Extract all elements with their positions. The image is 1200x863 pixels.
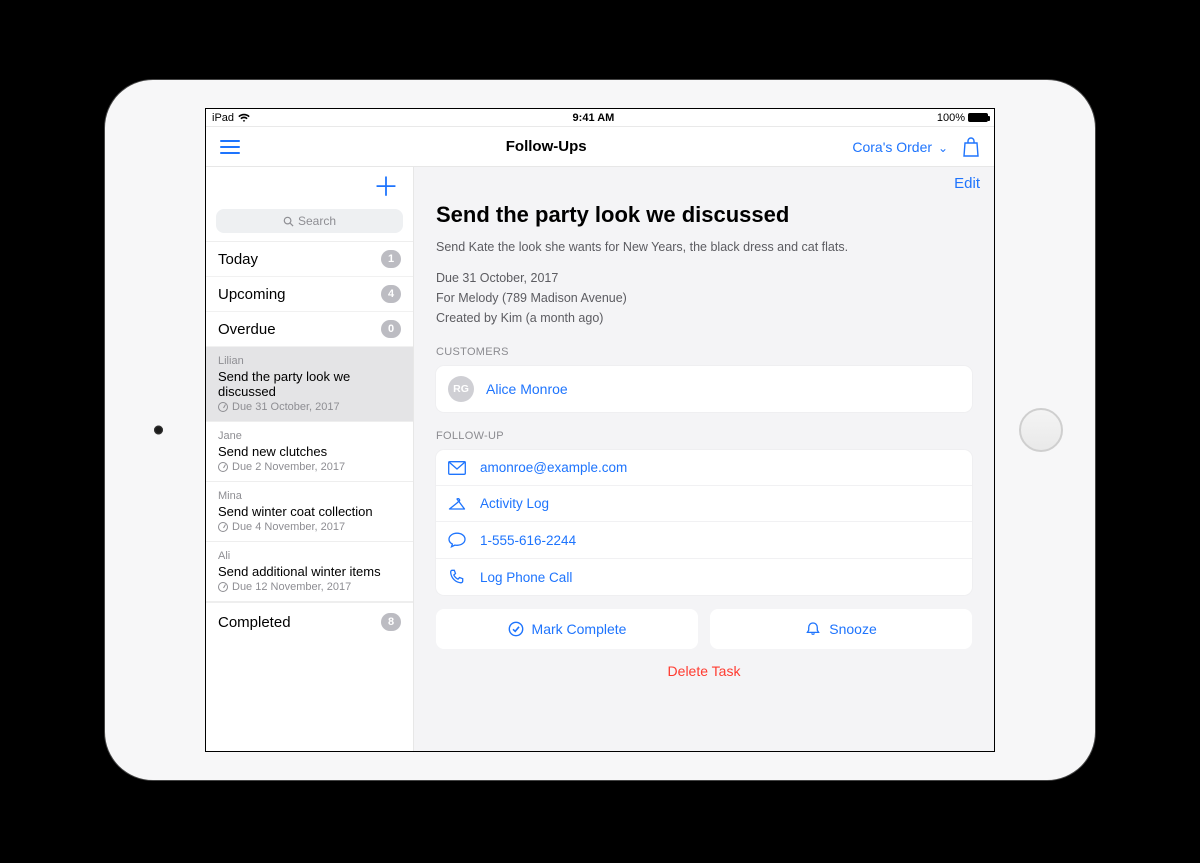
bell-icon: [805, 621, 821, 637]
page-title: Follow-Ups: [240, 138, 852, 155]
task-owner: Ali: [218, 550, 401, 562]
task-item-title: Send winter coat collection: [218, 504, 401, 519]
detail-pane: Edit Send the party look we discussed Se…: [414, 167, 994, 751]
filter-overdue[interactable]: Overdue 0: [206, 312, 413, 347]
activity-text: Activity Log: [480, 496, 549, 511]
email-row[interactable]: amonroe@example.com: [436, 450, 972, 485]
task-item[interactable]: Ali Send additional winter items Due 12 No…: [206, 542, 413, 602]
filter-count: 4: [381, 285, 401, 303]
phone-text: 1-555-616-2244: [480, 533, 576, 548]
status-time: 9:41 AM: [250, 112, 937, 124]
order-label: Cora's Order: [852, 139, 932, 155]
clock-icon: [218, 402, 228, 412]
status-carrier: iPad: [212, 112, 234, 124]
ipad-camera: [154, 426, 163, 435]
clock-icon: [218, 462, 228, 472]
log-call-text: Log Phone Call: [480, 570, 572, 585]
avatar: RG: [448, 376, 474, 402]
log-call-row[interactable]: Log Phone Call: [436, 558, 972, 595]
task-item-due: Due 4 November, 2017: [218, 521, 401, 533]
filter-completed[interactable]: Completed 8: [206, 602, 413, 641]
shopping-bag-icon[interactable]: [962, 137, 980, 157]
customer-row[interactable]: RG Alice Monroe: [436, 366, 972, 412]
sidebar: ＋ Search Today 1 Upcoming 4: [206, 167, 414, 751]
completed-count: 8: [381, 613, 401, 631]
search-icon: [283, 216, 294, 227]
filter-upcoming[interactable]: Upcoming 4: [206, 277, 413, 312]
delete-task-button[interactable]: Delete Task: [436, 663, 972, 679]
chevron-down-icon: ⌄: [938, 141, 948, 155]
task-item-due: Due 31 October, 2017: [218, 401, 401, 413]
phone-icon: [448, 569, 466, 585]
followup-section-label: FOLLOW-UP: [436, 430, 972, 442]
task-owner: Lilian: [218, 355, 401, 367]
email-text: amonroe@example.com: [480, 460, 627, 475]
task-item-due: Due 12 November, 2017: [218, 581, 401, 593]
filter-today[interactable]: Today 1: [206, 242, 413, 277]
wifi-icon: [238, 113, 250, 123]
filter-count: 1: [381, 250, 401, 268]
search-placeholder: Search: [298, 214, 336, 228]
completed-label: Completed: [218, 614, 291, 631]
customers-section-label: CUSTOMERS: [436, 346, 972, 358]
task-item[interactable]: Jane Send new clutches Due 2 November, 201…: [206, 422, 413, 482]
order-dropdown[interactable]: Cora's Order ⌄: [852, 139, 948, 155]
search-input[interactable]: Search: [216, 209, 403, 233]
task-created: Created by Kim (a month ago): [436, 308, 972, 328]
status-left: iPad: [212, 112, 250, 124]
add-task-button[interactable]: ＋: [373, 172, 399, 202]
ipad-home-button[interactable]: [1019, 408, 1063, 452]
task-item-title: Send new clutches: [218, 444, 401, 459]
clock-icon: [218, 522, 228, 532]
chat-icon: [448, 532, 466, 548]
clock-icon: [218, 582, 228, 592]
mark-complete-button[interactable]: Mark Complete: [436, 609, 698, 649]
customer-name: Alice Monroe: [486, 381, 568, 397]
mark-complete-label: Mark Complete: [532, 621, 627, 637]
task-title: Send the party look we discussed: [436, 202, 972, 228]
battery-percent: 100%: [937, 112, 965, 124]
filter-label: Overdue: [218, 321, 276, 338]
edit-button[interactable]: Edit: [954, 175, 980, 192]
filter-label: Upcoming: [218, 286, 286, 303]
menu-icon[interactable]: [220, 140, 240, 154]
task-description: Send Kate the look she wants for New Yea…: [436, 240, 972, 254]
task-owner: Jane: [218, 430, 401, 442]
filter-label: Today: [218, 251, 258, 268]
mail-icon: [448, 461, 466, 475]
task-item-due: Due 2 November, 2017: [218, 461, 401, 473]
snooze-label: Snooze: [829, 621, 876, 637]
task-item[interactable]: Mina Send winter coat collection Due 4 Nov…: [206, 482, 413, 542]
task-item-title: Send additional winter items: [218, 564, 401, 579]
activity-row[interactable]: Activity Log: [436, 485, 972, 521]
nav-bar: Follow-Ups Cora's Order ⌄: [206, 127, 994, 167]
task-item[interactable]: Lilian Send the party look we discussed Du…: [206, 347, 413, 422]
task-for: For Melody (789 Madison Avenue): [436, 288, 972, 308]
task-owner: Mina: [218, 490, 401, 502]
task-due: Due 31 October, 2017: [436, 268, 972, 288]
status-right: 100%: [937, 112, 988, 124]
check-circle-icon: [508, 621, 524, 637]
phone-number-row[interactable]: 1-555-616-2244: [436, 521, 972, 558]
task-item-title: Send the party look we discussed: [218, 369, 401, 399]
status-bar: iPad 9:41 AM 100%: [206, 109, 994, 127]
filter-count: 0: [381, 320, 401, 338]
battery-icon: [968, 113, 988, 122]
hanger-icon: [448, 497, 466, 511]
snooze-button[interactable]: Snooze: [710, 609, 972, 649]
